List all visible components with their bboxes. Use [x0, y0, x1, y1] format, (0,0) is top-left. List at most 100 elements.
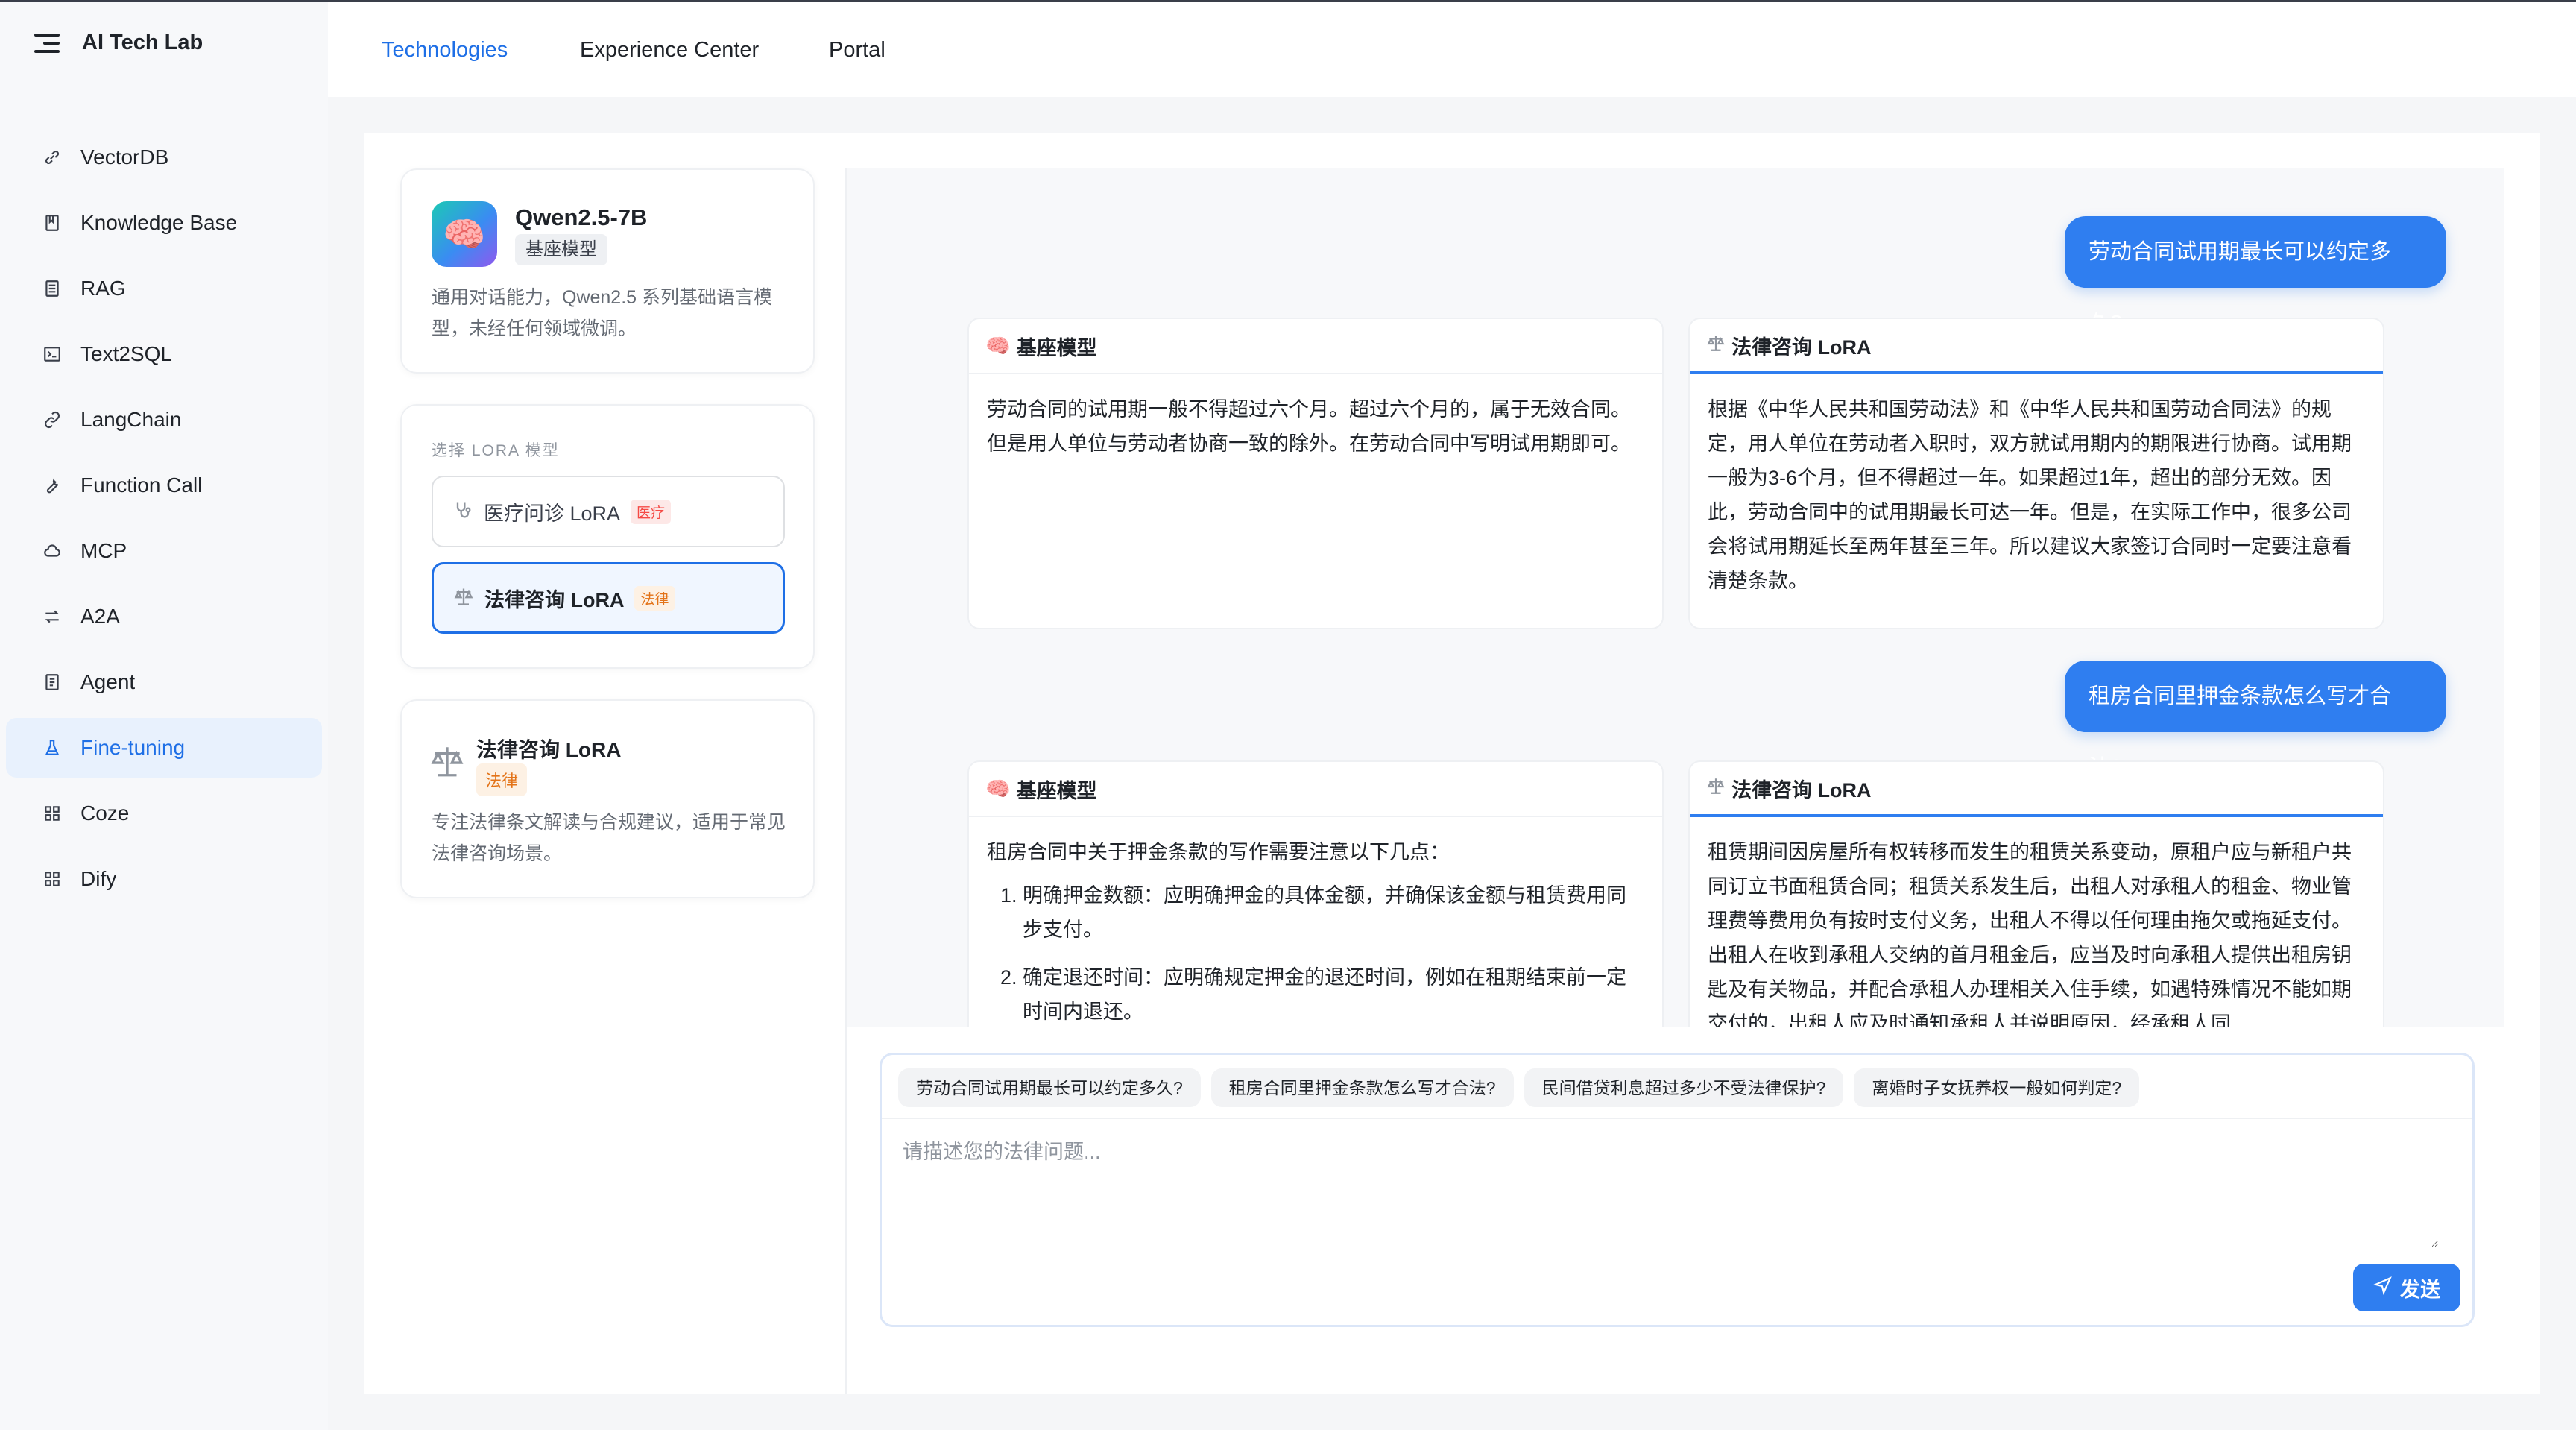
sidebar-item-function-call[interactable]: Function Call — [6, 456, 322, 515]
response-title: 法律咨询 LoRA — [1731, 336, 1872, 359]
stethoscope-icon — [452, 500, 473, 524]
terminal-icon — [40, 342, 64, 366]
scales-icon — [1706, 333, 1726, 358]
lora-response: 法律咨询 LoRA 根据《中华人民共和国劳动法》和《中华人民共和国劳动合同法》的… — [1688, 318, 2384, 629]
lora-section-label: 选择 LORA 模型 — [432, 442, 560, 459]
response-header: 🧠 基座模型 — [969, 762, 1662, 817]
lora-detail-description: 专注法律条文解读与合规建议，适用于常见法律咨询场景。 — [432, 812, 786, 864]
chat-area: 劳动合同试用期最长可以约定多久? 🧠 基座模型 劳动合同的试用期一般不得超过六个… — [845, 168, 2506, 1394]
sidebar-item-label: Coze — [80, 801, 130, 825]
sidebar: AI Tech Lab VectorDB Knowledge Base RAG — [0, 0, 328, 1430]
lora-option-tag: 医疗 — [631, 499, 672, 524]
model-name: Qwen2.5-7B — [515, 204, 648, 230]
grid-icon — [40, 801, 64, 825]
suggestion-chip[interactable]: 民间借贷利息超过多少不受法律保护? — [1524, 1068, 1844, 1107]
app-title: AI Tech Lab — [82, 31, 203, 54]
chain-icon — [40, 408, 64, 432]
sidebar-item-fine-tuning[interactable]: Fine-tuning — [6, 718, 322, 778]
tab-technologies[interactable]: Technologies — [382, 38, 508, 63]
base-model-card: 🧠 Qwen2.5-7B 基座模型 通用对话能力，Qwen2.5 系列基础语言模… — [400, 168, 815, 374]
sidebar-item-label: MCP — [80, 539, 127, 562]
suggestion-chip[interactable]: 租房合同里押金条款怎么写才合法? — [1210, 1068, 1514, 1107]
sidebar-item-agent[interactable]: Agent — [6, 652, 322, 712]
book-icon — [40, 211, 64, 235]
lora-option-label: 医疗问诊 LoRA — [484, 502, 621, 525]
agent-icon — [40, 670, 64, 694]
sidebar-item-label: Function Call — [80, 473, 203, 497]
flask-icon — [40, 736, 64, 760]
response-text: 劳动合同的试用期一般不得超过六个月。超过六个月的，属于无效合同。但是用人单位与劳… — [987, 398, 1631, 455]
lora-option-label: 法律咨询 LoRA — [484, 588, 625, 611]
response-title: 基座模型 — [1016, 779, 1097, 802]
list-icon — [40, 277, 64, 300]
composer: 劳动合同试用期最长可以约定多久? 租房合同里押金条款怎么写才合法? 民间借贷利息… — [880, 1053, 2475, 1327]
lora-option-medical[interactable]: 医疗问诊 LoRA 医疗 — [432, 476, 785, 547]
response-text: 根据《中华人民共和国劳动法》和《中华人民共和国劳动合同法》的规定，用人单位在劳动… — [1708, 398, 2352, 592]
model-description: 通用对话能力，Qwen2.5 系列基础语言模型，未经任何领域微调。 — [432, 287, 773, 339]
composer-divider — [882, 1118, 2472, 1119]
list-item: 明确押金数额：应明确押金的具体金额，并确保该金额与租赁费用同步支付。 — [1023, 878, 1644, 947]
sidebar-nav: VectorDB Knowledge Base RAG Text2SQL Lan… — [6, 127, 322, 915]
lora-option-legal[interactable]: 法律咨询 LoRA 法律 — [432, 562, 785, 634]
question-input[interactable] — [903, 1136, 2438, 1247]
sidebar-item-mcp[interactable]: MCP — [6, 521, 322, 581]
sidebar-item-langchain[interactable]: LangChain — [6, 390, 322, 450]
sidebar-item-label: Fine-tuning — [80, 736, 186, 759]
lora-detail-tag: 法律 — [476, 763, 528, 796]
user-message: 劳动合同试用期最长可以约定多久? — [2065, 216, 2446, 336]
suggestion-chip[interactable]: 劳动合同试用期最长可以约定多久? — [898, 1068, 1201, 1107]
response-header: 🧠 基座模型 — [969, 319, 1662, 374]
scales-icon — [453, 586, 474, 611]
sidebar-item-rag[interactable]: RAG — [6, 259, 322, 318]
menu-toggle-icon[interactable] — [34, 32, 60, 54]
brand: AI Tech Lab — [34, 31, 203, 55]
sidebar-item-text2sql[interactable]: Text2SQL — [6, 324, 322, 384]
link-icon — [40, 145, 64, 169]
top-tabs: Technologies Experience Center Portal — [328, 0, 2576, 97]
suggestion-chip[interactable]: 离婚时子女抚养权一般如何判定? — [1854, 1068, 2140, 1107]
lora-detail-name: 法律咨询 LoRA — [476, 738, 622, 761]
sidebar-item-label: Agent — [80, 670, 136, 693]
lora-response: 法律咨询 LoRA 租赁期间因房屋所有权转移而发生的租赁关系变动，原租户应与新租… — [1688, 760, 2384, 1027]
model-tag: 基座模型 — [515, 234, 607, 265]
base-model-response: 🧠 基座模型 劳动合同的试用期一般不得超过六个月。超过六个月的，属于无效合同。但… — [967, 318, 1664, 629]
sidebar-item-coze[interactable]: Coze — [6, 784, 322, 843]
sidebar-item-dify[interactable]: Dify — [6, 849, 322, 909]
sidebar-item-label: RAG — [80, 277, 126, 300]
sidebar-item-a2a[interactable]: A2A — [6, 587, 322, 646]
sidebar-item-label: Knowledge Base — [80, 211, 238, 234]
chat-history[interactable]: 劳动合同试用期最长可以约定多久? 🧠 基座模型 劳动合同的试用期一般不得超过六个… — [847, 168, 2506, 1027]
lora-selector: 选择 LORA 模型 医疗问诊 LoRA 医疗 法律咨询 LoRA 法律 — [400, 404, 815, 669]
sidebar-item-label: VectorDB — [80, 145, 169, 168]
sidebar-item-label: Text2SQL — [80, 342, 172, 365]
response-title: 法律咨询 LoRA — [1731, 778, 1872, 801]
send-icon — [2373, 1276, 2393, 1300]
sidebar-item-vectordb[interactable]: VectorDB — [6, 127, 322, 187]
send-label: 发送 — [2400, 1278, 2440, 1301]
sidebar-item-label: LangChain — [80, 408, 182, 431]
composer-area: 劳动合同试用期最长可以约定多久? 租房合同里押金条款怎么写才合法? 民间借贷利息… — [847, 1027, 2506, 1394]
tab-portal[interactable]: Portal — [829, 38, 886, 63]
brain-icon: 🧠 — [985, 778, 1011, 800]
response-title: 基座模型 — [1016, 336, 1097, 359]
cloud-icon — [40, 539, 64, 563]
response-list: 明确押金数额：应明确押金的具体金额，并确保该金额与租赁费用同步支付。 确定退还时… — [987, 878, 1644, 1027]
suggestion-chips: 劳动合同试用期最长可以约定多久? 租房合同里押金条款怎么写才合法? 民间借贷利息… — [898, 1068, 2140, 1107]
response-text: 租房合同中关于押金条款的写作需要注意以下几点： 明确押金数额：应明确押金的具体金… — [969, 817, 1662, 1027]
response-text: 租赁期间因房屋所有权转移而发生的租赁关系变动，原租户应与新租户共同订立书面租赁合… — [1708, 841, 2352, 1027]
brain-icon: 🧠 — [432, 201, 497, 267]
swap-icon — [40, 605, 64, 629]
scales-icon — [429, 743, 470, 784]
scales-icon — [1706, 776, 1726, 801]
wrench-icon — [40, 473, 64, 497]
response-intro: 租房合同中关于押金条款的写作需要注意以下几点： — [987, 841, 1450, 863]
sidebar-item-label: A2A — [80, 605, 120, 628]
lora-detail-card: 法律咨询 LoRA 法律 专注法律条文解读与合规建议，适用于常见法律咨询场景。 — [400, 699, 815, 898]
tab-experience-center[interactable]: Experience Center — [580, 38, 759, 63]
user-message: 租房合同里押金条款怎么写才合法? — [2065, 661, 2446, 780]
base-model-response: 🧠 基座模型 租房合同中关于押金条款的写作需要注意以下几点： 明确押金数额：应明… — [967, 760, 1664, 1027]
grid-icon — [40, 867, 64, 891]
sidebar-item-knowledge-base[interactable]: Knowledge Base — [6, 193, 322, 253]
send-button[interactable]: 发送 — [2353, 1264, 2460, 1311]
response-header: 法律咨询 LoRA — [1690, 319, 2383, 374]
